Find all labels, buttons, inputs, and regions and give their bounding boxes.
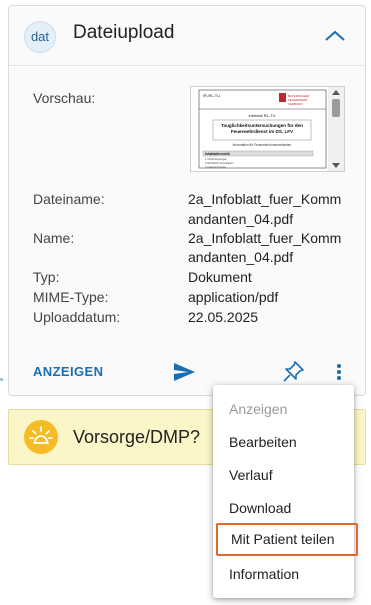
preview-toc-item-2: 2 Rechtliche Grundlagen	[205, 161, 234, 165]
menu-item-share-with-patient[interactable]: Mit Patient teilen	[216, 523, 358, 556]
collapse-button[interactable]	[323, 24, 347, 48]
type-label: Typ:	[33, 269, 60, 285]
upload-date-value: 22.05.2025	[188, 309, 259, 325]
menu-item-download[interactable]: Download	[213, 492, 354, 525]
view-button[interactable]: ANZEIGEN	[33, 364, 103, 379]
avatar: dat	[24, 21, 56, 53]
mime-label: MIME-Type:	[33, 289, 109, 305]
preview-title-2: Feuerwehrdienst im DS. LFV	[231, 129, 294, 134]
filename-label: Dateiname:	[33, 191, 105, 207]
name-value-line1: 2a_Infoblatt_fuer_Komm	[188, 230, 342, 246]
card-title: Dateiupload	[73, 22, 175, 43]
document-preview[interactable]: IR-RL-TU BAYERISCHER FEUERWEHR VERBAND I…	[190, 86, 345, 172]
upload-date-label: Uploaddatum:	[33, 309, 121, 325]
vorsorge-label: Vorsorge/DMP?	[73, 427, 201, 447]
file-upload-card: dat Dateiupload Vorschau: IR-RL-TU BAYER…	[8, 5, 366, 396]
preview-label: Vorschau:	[33, 90, 96, 106]
preview-title-1: Tauglichkeitsuntersuchungen für den	[221, 123, 303, 128]
preview-toc-heading: Inhaltsübersicht	[205, 152, 231, 156]
preview-subtitle: Infoblatt RL-TU	[248, 113, 275, 118]
context-menu: Anzeigen Bearbeiten Verlauf Download Mit…	[213, 385, 358, 598]
menu-item-anzeigen: Anzeigen	[229, 401, 288, 417]
card-header: dat Dateiupload	[9, 6, 365, 66]
mime-value: application/pdf	[188, 289, 279, 305]
menu-item-information[interactable]: Information	[213, 558, 354, 591]
name-label: Name:	[33, 230, 75, 246]
lightbulb-icon-badge	[24, 420, 58, 454]
pin-icon	[283, 361, 304, 382]
edge-marker	[0, 378, 3, 381]
preview-info: Information für Feuerwehrkommandanten	[233, 143, 292, 147]
preview-toc-item-3: 3 Untersuchungen	[205, 165, 227, 169]
chevron-up-icon	[325, 30, 345, 41]
menu-item-bearbeiten[interactable]: Bearbeiten	[213, 426, 354, 459]
card-body: Vorschau: IR-RL-TU BAYERISCHER FEUERWEHR…	[9, 66, 365, 336]
filename-value-line1: 2a_Infoblatt_fuer_Komm	[188, 191, 342, 207]
name-value-line2: andanten_04.pdf	[188, 249, 294, 265]
pdf-thumbnail: IR-RL-TU BAYERISCHER FEUERWEHR VERBAND I…	[191, 87, 344, 171]
scrollbar-thumb	[332, 99, 340, 117]
send-icon	[174, 363, 195, 381]
preview-header-left: IR-RL-TU	[203, 93, 220, 98]
filename-value-line2: andanten_04.pdf	[188, 211, 294, 227]
preview-toc-item-1: 1 Vorbemerkungen	[205, 157, 227, 161]
lightbulb-icon	[29, 426, 53, 444]
preview-header-right-3: VERBAND	[288, 102, 303, 106]
send-button[interactable]	[172, 360, 196, 389]
more-vertical-icon	[337, 364, 341, 380]
type-value: Dokument	[188, 269, 252, 285]
menu-item-verlauf[interactable]: Verlauf	[213, 459, 354, 492]
